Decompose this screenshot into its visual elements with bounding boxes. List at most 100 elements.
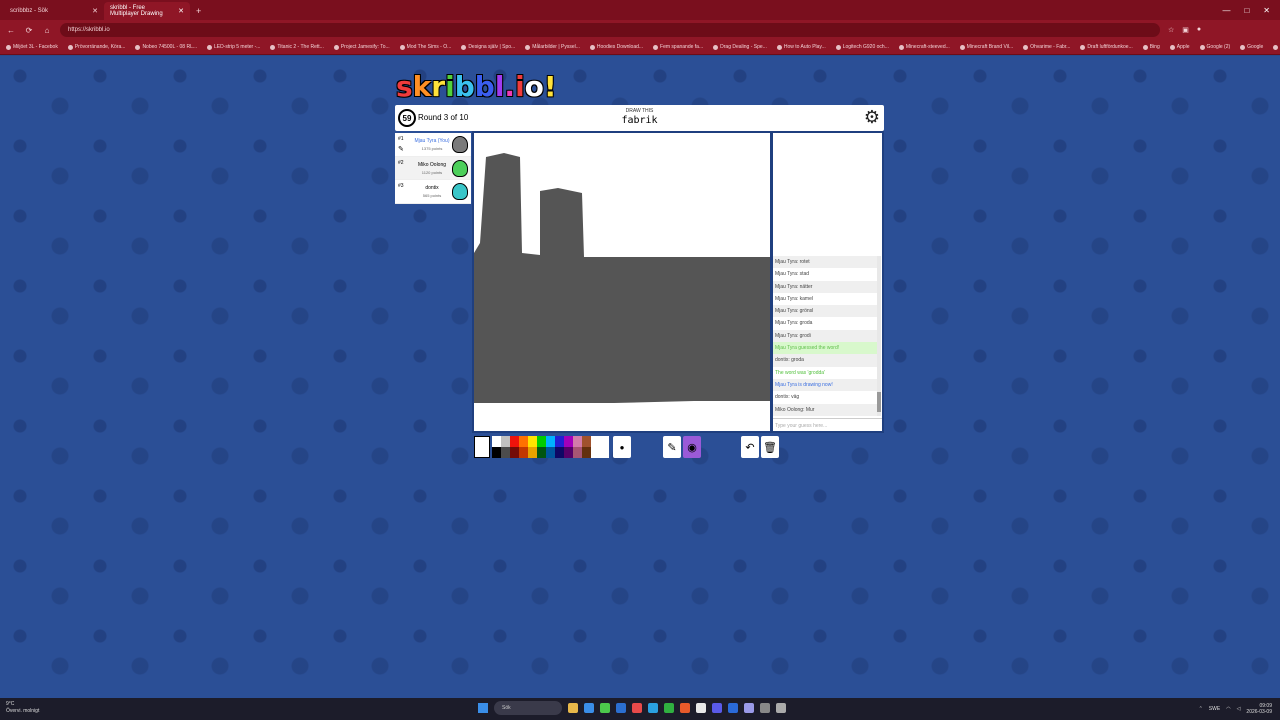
color-swatch[interactable] <box>492 447 501 458</box>
chat-scrollbar[interactable] <box>877 256 881 416</box>
bookmark-item[interactable]: Målarbilder | Pyssel... <box>525 44 580 50</box>
color-swatch[interactable] <box>510 436 519 447</box>
color-swatch[interactable] <box>582 436 591 447</box>
back-icon[interactable]: ← <box>6 26 16 35</box>
favorite-star-icon[interactable]: ☆ <box>1168 26 1174 34</box>
taskbar-app-icon[interactable] <box>600 703 610 713</box>
bookmark-item[interactable]: Logitech G920 och... <box>836 44 889 50</box>
color-swatch[interactable] <box>573 436 582 447</box>
color-swatch[interactable] <box>555 436 564 447</box>
taskbar-app-icon[interactable] <box>632 703 642 713</box>
bookmark-item[interactable]: Minecraft Brand Vil... <box>960 44 1013 50</box>
color-swatch[interactable] <box>528 447 537 458</box>
bookmark-item[interactable]: Prövorränande, Köra... <box>68 44 126 50</box>
chat-panel: Mjau Tyra: rotet Mjau Tyra: stad Mjau Tyra… <box>771 131 884 433</box>
fill-tool-button[interactable]: ◉ <box>683 436 701 458</box>
color-swatch[interactable] <box>600 436 609 447</box>
color-swatch[interactable] <box>537 447 546 458</box>
taskbar-app-icon[interactable] <box>696 703 706 713</box>
taskbar-app-icon[interactable] <box>744 703 754 713</box>
bookmark-item[interactable]: Miljöet 3L - Facebok <box>6 44 58 50</box>
pen-tool-button[interactable]: ✎ <box>663 436 681 458</box>
volume-icon[interactable]: ◁ <box>1237 706 1241 712</box>
bookmark-item[interactable]: Fem spanande fa... <box>653 44 703 50</box>
bookmark-item[interactable]: How to Auto Play... <box>777 44 826 50</box>
color-swatch[interactable] <box>546 447 555 458</box>
color-swatch[interactable] <box>564 447 573 458</box>
maximize-button[interactable]: □ <box>1244 6 1249 15</box>
bookmark-item[interactable]: Titanic 2 - The Rett... <box>270 44 323 50</box>
close-icon[interactable]: ✕ <box>178 7 184 15</box>
new-tab-button[interactable]: + <box>190 2 207 20</box>
color-swatch[interactable] <box>492 436 501 447</box>
bookmark-item[interactable]: Minecraft-steeved... <box>899 44 950 50</box>
close-window-button[interactable]: ✕ <box>1263 6 1270 15</box>
weather-widget[interactable]: 9°C Övervi. molnigt <box>6 701 39 715</box>
clear-button[interactable]: 🗑 <box>761 436 779 458</box>
color-swatch[interactable] <box>564 436 573 447</box>
collections-icon[interactable]: ▣ <box>1182 26 1189 34</box>
color-swatch[interactable] <box>591 447 600 458</box>
reload-icon[interactable]: ⟳ <box>24 26 34 35</box>
wifi-icon[interactable]: ◠ <box>1226 706 1230 712</box>
windows-start-icon[interactable] <box>478 703 488 713</box>
bookmark-item[interactable]: Project Jamesify: To... <box>334 44 390 50</box>
taskbar-search[interactable]: Sök <box>494 701 562 715</box>
player-row[interactable]: #2 Miko Oolong 1120 points <box>395 156 471 181</box>
color-swatch[interactable] <box>510 447 519 458</box>
chat-input[interactable]: Type your guess here... <box>773 418 882 431</box>
close-icon[interactable]: ✕ <box>92 7 98 15</box>
taskbar-app-icon[interactable] <box>728 703 738 713</box>
chevron-up-icon[interactable]: ⌃ <box>1199 706 1203 712</box>
taskbar-app-icon[interactable] <box>664 703 674 713</box>
bookmark-item[interactable]: Yahoo <box>1273 44 1280 50</box>
browser-tab-active[interactable]: skribbl - Free Multiplayer Drawing ✕ <box>104 2 190 20</box>
color-swatch[interactable] <box>537 436 546 447</box>
taskbar-app-icon[interactable] <box>648 703 658 713</box>
minimize-button[interactable]: — <box>1222 6 1230 15</box>
color-swatch[interactable] <box>573 447 582 458</box>
color-swatch[interactable] <box>546 436 555 447</box>
bookmark-item[interactable]: Drag Dealing - Spe... <box>713 44 767 50</box>
color-swatch[interactable] <box>519 436 528 447</box>
home-icon[interactable]: ⌂ <box>42 26 52 35</box>
bookmark-item[interactable]: Hoodies Download... <box>590 44 643 50</box>
taskbar-app-icon[interactable] <box>584 703 594 713</box>
player-row[interactable]: #1 ✎ Mjau Tyra (You) 1375 points <box>395 133 471 157</box>
drawing-canvas[interactable] <box>472 131 772 433</box>
bookmark-item[interactable]: Ohvarime - Fabr... <box>1023 44 1070 50</box>
bookmark-item[interactable]: Nobeo 74500L - 08 RL... <box>135 44 197 50</box>
color-swatch[interactable] <box>528 436 537 447</box>
bookmark-item[interactable]: Google (2) <box>1200 44 1231 50</box>
color-swatch[interactable] <box>591 436 600 447</box>
language-indicator[interactable]: SWE <box>1209 706 1220 712</box>
bookmark-item[interactable]: LED-strip 5 meter -... <box>207 44 260 50</box>
taskbar-app-icon[interactable] <box>568 703 578 713</box>
browser-tab[interactable]: scribbbz - Sök ✕ <box>4 2 104 20</box>
scroll-thumb[interactable] <box>877 392 881 412</box>
bookmark-item[interactable]: Mod The Sims - O... <box>400 44 452 50</box>
taskbar-app-icon[interactable] <box>616 703 626 713</box>
settings-gear-icon[interactable]: ⚙ <box>863 108 881 126</box>
bookmark-item[interactable]: Google <box>1240 44 1263 50</box>
bookmark-item[interactable]: Designa själv | Spo... <box>461 44 515 50</box>
profile-icon[interactable]: ● <box>1197 26 1201 34</box>
brush-size-button[interactable]: ● <box>613 436 631 458</box>
taskbar-app-icon[interactable] <box>712 703 722 713</box>
color-swatch[interactable] <box>600 447 609 458</box>
taskbar-app-icon[interactable] <box>776 703 786 713</box>
taskbar-app-icon[interactable] <box>760 703 770 713</box>
undo-button[interactable]: ↶ <box>741 436 759 458</box>
taskbar-app-icon[interactable] <box>680 703 690 713</box>
url-field[interactable]: https://skribbl.io <box>60 23 1160 37</box>
color-swatch[interactable] <box>582 447 591 458</box>
taskbar-clock[interactable]: 09:09 2026-03-09 <box>1246 703 1272 715</box>
bookmark-item[interactable]: Draft luftfördunkoe... <box>1080 44 1132 50</box>
color-swatch[interactable] <box>519 447 528 458</box>
color-swatch[interactable] <box>501 447 510 458</box>
color-swatch[interactable] <box>555 447 564 458</box>
bookmark-item[interactable]: Bing <box>1143 44 1160 50</box>
bookmark-item[interactable]: Apple <box>1170 44 1190 50</box>
color-swatch[interactable] <box>501 436 510 447</box>
player-row[interactable]: #3 dontix 565 points <box>395 180 471 204</box>
